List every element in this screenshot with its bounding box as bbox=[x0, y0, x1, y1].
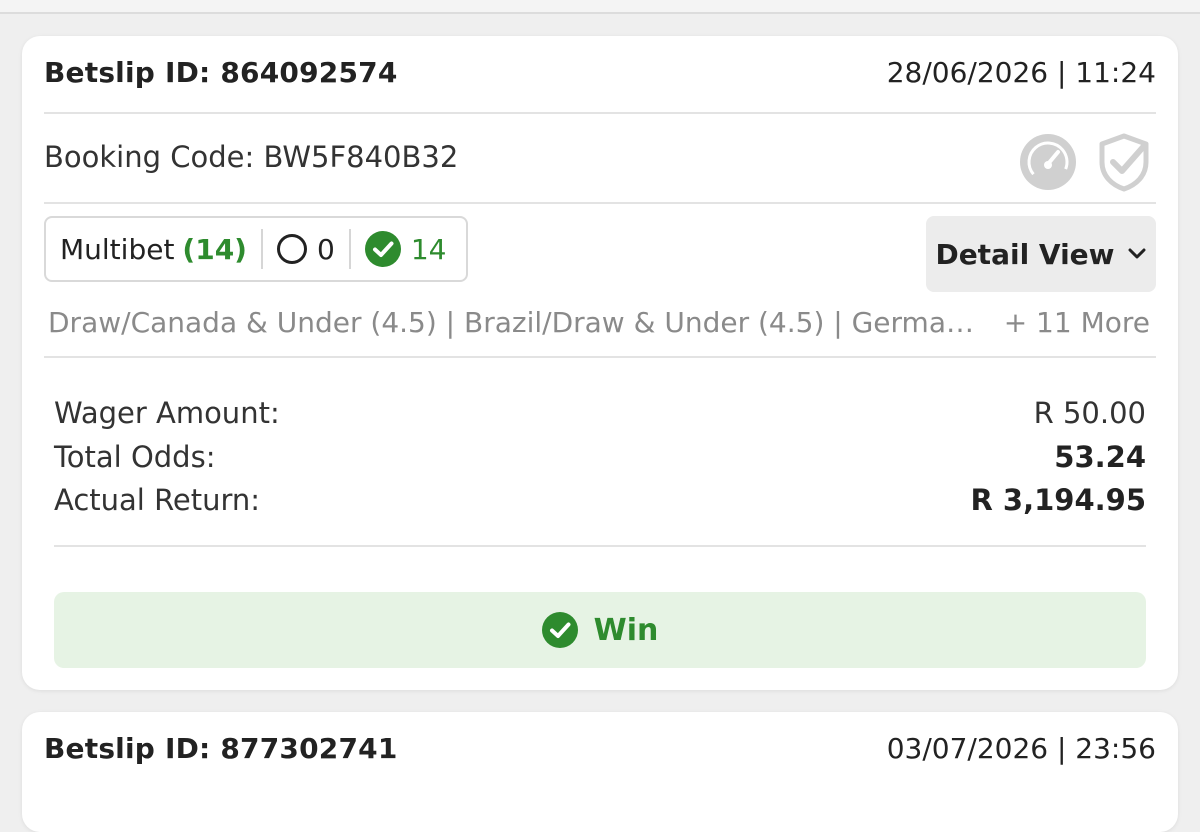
chevron-down-icon bbox=[1128, 248, 1146, 259]
circle-outline-icon bbox=[276, 234, 307, 264]
divider bbox=[44, 112, 1156, 114]
betslip-card[interactable]: Betslip ID: 877302741 03/07/2026 | 23:56 bbox=[22, 712, 1178, 832]
total-odds-value: 53.24 bbox=[1054, 440, 1146, 474]
actual-return-label: Actual Return: bbox=[54, 483, 261, 517]
betslip-datetime: 28/06/2026 | 11:24 bbox=[886, 56, 1156, 89]
result-label: Win bbox=[593, 612, 659, 648]
divider bbox=[44, 356, 1156, 358]
top-bar bbox=[0, 0, 1200, 14]
bet-type-summary: Multibet (14) 0 14 bbox=[44, 216, 468, 282]
betslip-id: Betslip ID: 877302741 bbox=[44, 732, 398, 765]
check-circle-icon bbox=[364, 231, 401, 267]
selections-summary: Draw/Canada & Under (4.5) | Brazil/Draw … bbox=[48, 306, 974, 339]
separator bbox=[260, 229, 263, 269]
actual-return-value: R 3,194.95 bbox=[970, 483, 1146, 517]
legs-count: (14) bbox=[182, 232, 247, 266]
divider bbox=[44, 202, 1156, 204]
divider bbox=[54, 545, 1146, 547]
open-legs-count: 0 bbox=[316, 232, 335, 266]
check-circle-icon bbox=[541, 612, 578, 648]
result-banner: Win bbox=[54, 592, 1146, 668]
wager-amount-label: Wager Amount: bbox=[54, 396, 280, 430]
detail-view-button[interactable]: Detail View bbox=[926, 216, 1156, 292]
separator bbox=[348, 229, 351, 269]
detail-view-label: Detail View bbox=[935, 237, 1115, 271]
bet-type-label: Multibet bbox=[60, 232, 175, 266]
more-selections-link[interactable]: + 11 More bbox=[1004, 306, 1150, 339]
shield-check-icon[interactable] bbox=[1096, 132, 1152, 192]
betslip-card[interactable]: Betslip ID: 864092574 28/06/2026 | 11:24… bbox=[22, 36, 1178, 690]
speedometer-icon[interactable] bbox=[1018, 132, 1078, 192]
betslip-id: Betslip ID: 864092574 bbox=[44, 56, 398, 89]
betslip-datetime: 03/07/2026 | 23:56 bbox=[886, 732, 1156, 765]
booking-code: Booking Code: BW5F840B32 bbox=[44, 140, 459, 174]
won-legs-count: 14 bbox=[410, 232, 447, 266]
total-odds-label: Total Odds: bbox=[54, 440, 216, 474]
wager-amount-value: R 50.00 bbox=[1033, 396, 1146, 430]
